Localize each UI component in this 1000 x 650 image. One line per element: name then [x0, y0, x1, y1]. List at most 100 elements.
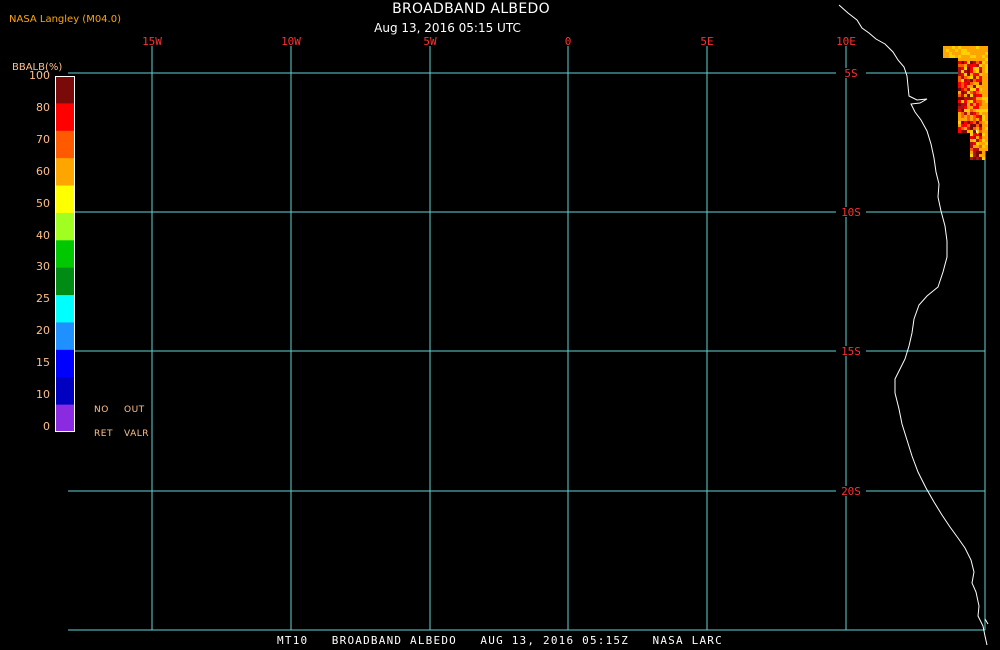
albedo-pixel: [979, 49, 982, 52]
albedo-pixel: [982, 109, 985, 112]
albedo-pixel: [982, 157, 985, 160]
albedo-pixel: [958, 118, 961, 121]
colorbar-segment: [56, 240, 74, 269]
albedo-pixel: [961, 121, 964, 124]
albedo-pixel: [964, 100, 967, 103]
albedo-pixel: [943, 52, 946, 55]
albedo-pixel: [967, 82, 970, 85]
albedo-pixel: [961, 85, 964, 88]
albedo-pixel: [964, 109, 967, 112]
albedo-pixel: [973, 94, 976, 97]
albedo-pixel: [985, 118, 988, 121]
albedo-pixel: [976, 85, 979, 88]
albedo-pixel: [976, 121, 979, 124]
albedo-pixel: [973, 121, 976, 124]
albedo-pixel: [961, 109, 964, 112]
albedo-pixel: [979, 70, 982, 73]
albedo-pixel: [967, 73, 970, 76]
albedo-pixel: [958, 52, 961, 55]
albedo-pixel: [967, 52, 970, 55]
albedo-pixel: [973, 85, 976, 88]
latitude-label: 20S: [841, 485, 861, 498]
albedo-pixel: [979, 94, 982, 97]
albedo-pixel: [964, 79, 967, 82]
albedo-pixel: [958, 73, 961, 76]
albedo-pixel: [967, 109, 970, 112]
albedo-pixel: [967, 118, 970, 121]
albedo-pixel: [964, 130, 967, 133]
albedo-pixel: [961, 88, 964, 91]
albedo-pixel: [970, 76, 973, 79]
albedo-pixel: [982, 85, 985, 88]
colorbar-segment: [56, 158, 74, 187]
albedo-pixel: [958, 106, 961, 109]
albedo-pixel: [973, 109, 976, 112]
albedo-pixel: [982, 121, 985, 124]
albedo-pixel: [964, 88, 967, 91]
albedo-pixel: [985, 64, 988, 67]
albedo-pixel: [967, 61, 970, 64]
colorbar-tick-label: 60: [36, 164, 50, 178]
albedo-pixel: [982, 118, 985, 121]
no-retrieval-label-bottom: RET: [94, 429, 113, 439]
albedo-pixel: [985, 88, 988, 91]
albedo-pixel: [979, 76, 982, 79]
albedo-pixel: [958, 55, 961, 58]
albedo-pixel: [958, 91, 961, 94]
albedo-pixel: [967, 124, 970, 127]
albedo-pixel: [973, 82, 976, 85]
no-retrieval-label-top: NO: [94, 405, 109, 415]
albedo-pixel: [961, 73, 964, 76]
albedo-pixel: [946, 46, 949, 49]
albedo-pixel: [967, 58, 970, 61]
albedo-pixel: [961, 46, 964, 49]
albedo-pixel: [973, 127, 976, 130]
albedo-pixel: [949, 49, 952, 52]
albedo-pixel: [943, 55, 946, 58]
albedo-pixel: [958, 97, 961, 100]
albedo-pixel: [964, 67, 967, 70]
albedo-pixel: [982, 136, 985, 139]
albedo-pixel: [973, 88, 976, 91]
colorbar-segment: [56, 103, 74, 132]
albedo-pixel: [976, 97, 979, 100]
colorbar-tick-label: 80: [36, 100, 50, 114]
albedo-pixel: [976, 46, 979, 49]
albedo-pixel: [967, 97, 970, 100]
albedo-pixel: [979, 82, 982, 85]
albedo-pixel: [985, 58, 988, 61]
albedo-pixel: [970, 151, 973, 154]
albedo-pixel: [961, 97, 964, 100]
albedo-pixel: [961, 61, 964, 64]
albedo-pixel: [985, 82, 988, 85]
graticule: [68, 46, 986, 631]
albedo-pixel: [964, 52, 967, 55]
albedo-pixel: [985, 46, 988, 49]
albedo-pixel: [970, 139, 973, 142]
albedo-pixel: [961, 124, 964, 127]
albedo-pixel: [970, 70, 973, 73]
albedo-pixel: [970, 46, 973, 49]
albedo-pixel: [973, 145, 976, 148]
albedo-pixel: [958, 103, 961, 106]
albedo-pixel: [964, 82, 967, 85]
albedo-pixel: [961, 49, 964, 52]
albedo-pixel: [958, 100, 961, 103]
albedo-pixel: [979, 157, 982, 160]
albedo-pixel: [985, 79, 988, 82]
albedo-pixel: [970, 109, 973, 112]
albedo-pixel: [979, 127, 982, 130]
albedo-pixel: [973, 139, 976, 142]
colorbar-tick-label: 15: [36, 356, 50, 370]
albedo-pixel: [952, 49, 955, 52]
albedo-pixel: [964, 124, 967, 127]
albedo-pixel: [973, 112, 976, 115]
albedo-pixel: [958, 46, 961, 49]
albedo-pixel: [973, 70, 976, 73]
albedo-pixel: [982, 142, 985, 145]
albedo-pixel: [967, 127, 970, 130]
albedo-pixel: [964, 49, 967, 52]
albedo-pixel: [985, 94, 988, 97]
albedo-pixel: [985, 121, 988, 124]
albedo-pixel: [985, 103, 988, 106]
